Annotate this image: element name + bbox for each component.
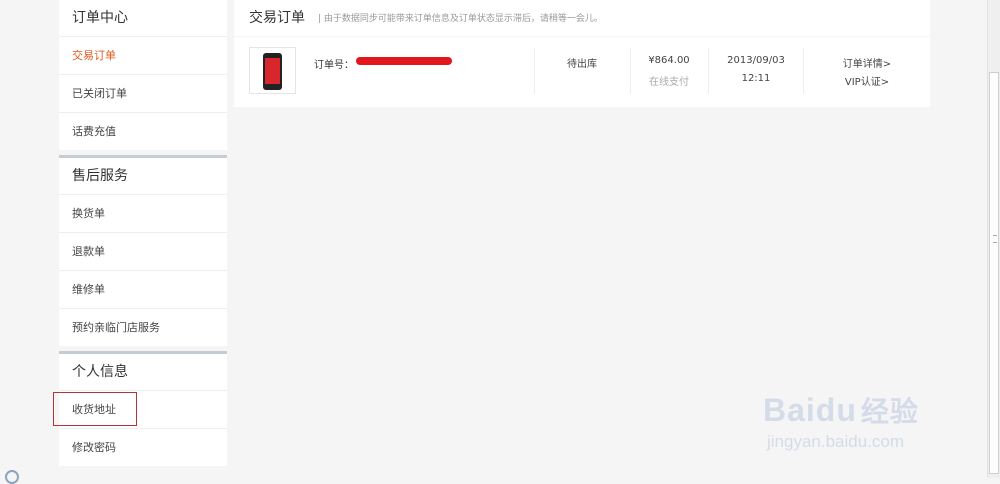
vip-auth-link[interactable]: VIP认证> [827, 73, 907, 88]
baidu-jingyan-watermark: Baidu 经验 jingyan.baidu.com [763, 370, 943, 460]
scrollbar-thumb[interactable] [989, 72, 999, 474]
column-divider [803, 48, 804, 94]
page-title: 交易订单 [249, 10, 305, 26]
order-price: ¥864.00 [648, 55, 690, 66]
column-divider [630, 48, 631, 94]
sidebar-item-phone-recharge[interactable]: 话费充值 [59, 113, 227, 150]
sidebar-item-change-password[interactable]: 修改密码 [59, 429, 227, 466]
sidebar-item-store-service[interactable]: 预约亲临门店服务 [59, 309, 227, 346]
phone-screen [265, 58, 280, 84]
order-status: 待出库 [567, 59, 597, 70]
column-divider [534, 48, 535, 94]
sidebar-item-refund[interactable]: 退款单 [59, 233, 227, 271]
page-header: 交易订单 | 由于数据同步可能带来订单信息及订单状态显示滞后，请稍等一会儿。 [234, 0, 930, 36]
group-title-personal-info: 个人信息 [59, 354, 227, 391]
watermark-brand: Baidu 经验 [763, 390, 919, 430]
sidebar-group-after-sales: 售后服务 换货单 退款单 维修单 预约亲临门店服务 [59, 158, 227, 346]
group-title-after-sales: 售后服务 [59, 158, 227, 195]
product-thumbnail[interactable] [249, 47, 296, 94]
sidebar-item-exchange[interactable]: 换货单 [59, 195, 227, 233]
watermark-url: jingyan.baidu.com [767, 432, 905, 451]
sidebar-item-trade-orders[interactable]: 交易订单 [59, 37, 227, 75]
order-detail-link[interactable]: 订单详情> [827, 55, 907, 70]
watermark-brand-left: Bai [763, 392, 816, 428]
order-number-label: 订单号： [314, 60, 354, 71]
sidebar-item-repair[interactable]: 维修单 [59, 271, 227, 309]
order-row: 订单号： 待出库 ¥864.00 在线支付 2013/09/03 12:11 订… [234, 37, 930, 107]
sync-notice: | 由于数据同步可能带来订单信息及订单状态显示滞后，请稍等一会儿。 [318, 14, 603, 24]
order-time: 12:11 [741, 73, 771, 84]
sidebar-item-closed-orders[interactable]: 已关闭订单 [59, 75, 227, 113]
watermark-brand-mid: du [815, 392, 857, 428]
payment-method: 在线支付 [649, 77, 689, 88]
sidebar-group-order-center: 订单中心 交易订单 已关闭订单 话费充值 [59, 0, 227, 150]
group-title-order-center: 订单中心 [59, 0, 227, 37]
order-number-redaction [356, 57, 452, 65]
highlight-box-shipping-address [53, 392, 137, 426]
browser-corner-icon [5, 470, 19, 484]
vertical-scrollbar[interactable] [987, 0, 1000, 478]
column-divider [708, 48, 709, 94]
order-date: 2013/09/03 [727, 55, 785, 66]
watermark-brand-cn: 经验 [860, 396, 919, 427]
scrollbar-grip [993, 235, 997, 243]
phone-image [263, 53, 282, 90]
